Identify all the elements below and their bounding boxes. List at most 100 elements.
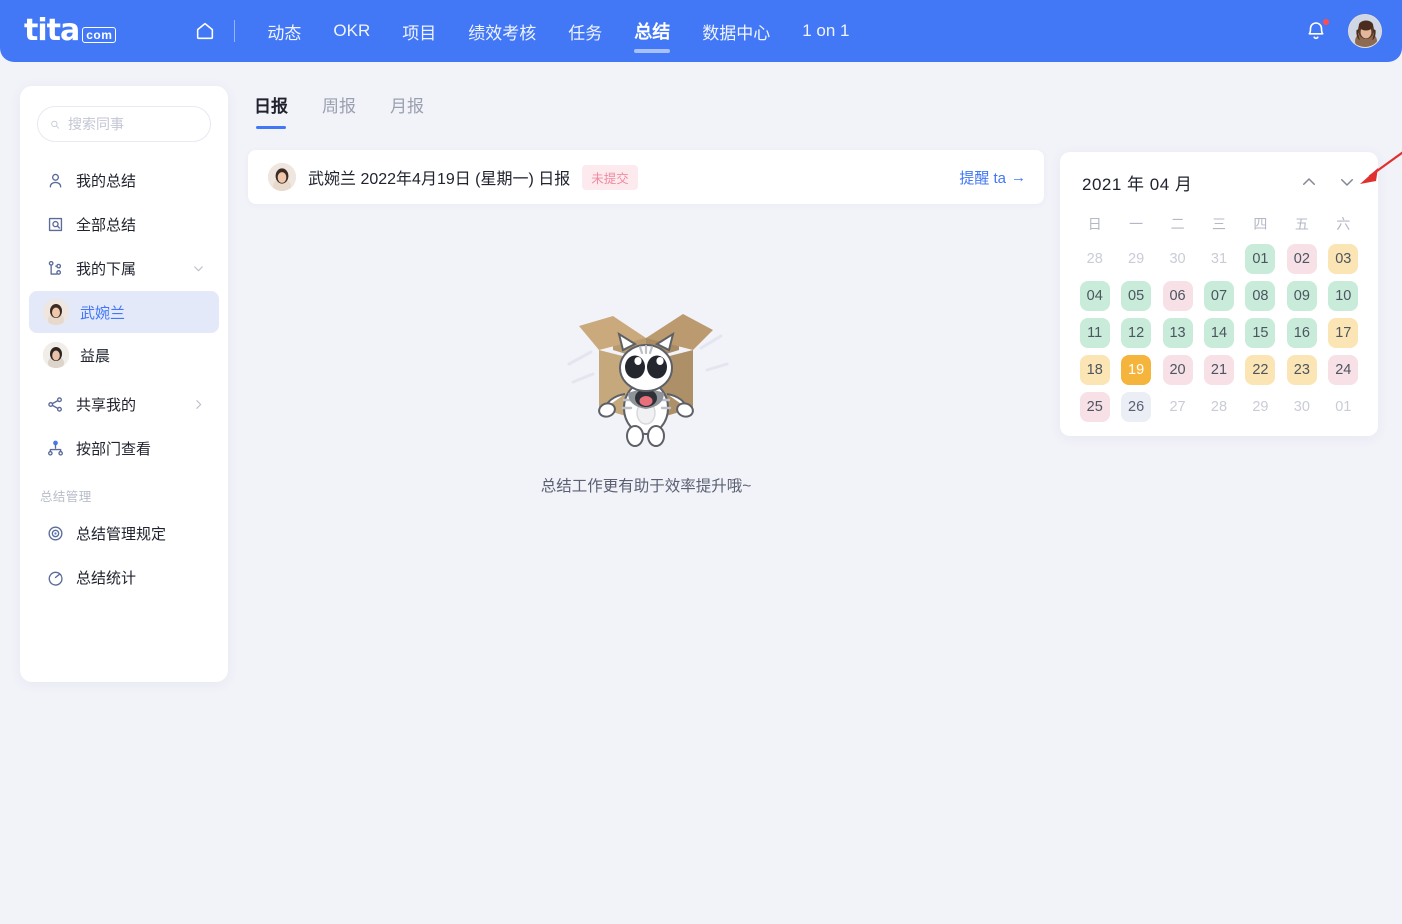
chevron-right-icon[interactable]: [192, 398, 205, 411]
tab-monthly-report[interactable]: 月报: [390, 92, 424, 129]
search-colleague-box[interactable]: [37, 106, 211, 142]
calendar-cell-wrap: 02: [1281, 242, 1322, 275]
sidebar-item-label: 我的下属: [76, 260, 137, 278]
sidebar-item-summary-statistics[interactable]: 总结统计: [29, 555, 219, 599]
calendar-day-24[interactable]: 24: [1328, 354, 1359, 385]
sidebar-item-label: 我的总结: [76, 172, 137, 190]
nav-item-jixiaokaohe[interactable]: 绩效考核: [452, 0, 552, 62]
calendar-day-14[interactable]: 14: [1203, 317, 1234, 348]
calendar-day-08[interactable]: 08: [1245, 280, 1276, 311]
calendar-day-20[interactable]: 20: [1162, 354, 1193, 385]
calendar-nav: [1300, 173, 1356, 191]
calendar-day-10[interactable]: 10: [1328, 280, 1359, 311]
calendar-day-29[interactable]: 29: [1245, 392, 1275, 422]
calendar-day-11[interactable]: 11: [1079, 317, 1110, 348]
main-nav: 动态 OKR 项目 绩效考核 任务 总结 数据中心 1 on 1: [251, 0, 865, 62]
calendar-day-28[interactable]: 28: [1204, 392, 1234, 422]
sidebar-item-shared-by-me[interactable]: 共享我的: [29, 382, 219, 426]
sidebar-item-my-summary[interactable]: 我的总结: [29, 158, 219, 202]
calendar-day-17[interactable]: 17: [1328, 317, 1359, 348]
calendar-day-29[interactable]: 29: [1121, 244, 1151, 274]
sidebar-item-all-summary[interactable]: 全部总结: [29, 202, 219, 246]
calendar-cell-wrap: 20: [1157, 353, 1198, 386]
calendar-day-01[interactable]: 01: [1245, 243, 1276, 274]
calendar-day-27[interactable]: 27: [1163, 392, 1193, 422]
sidebar-item-summary-rules[interactable]: 总结管理规定: [29, 511, 219, 555]
calendar-day-16[interactable]: 16: [1286, 317, 1317, 348]
calendar-cell-wrap: 16: [1281, 316, 1322, 349]
calendar-day-26[interactable]: 26: [1121, 391, 1152, 422]
calendar-day-28[interactable]: 28: [1080, 244, 1110, 274]
logo-com-badge: com: [82, 27, 117, 43]
calendar-day-30[interactable]: 30: [1287, 392, 1317, 422]
report-summary-card: 武婉兰 2022年4月19日 (星期一) 日报 未提交 提醒 ta →: [248, 150, 1044, 204]
chevron-up-icon[interactable]: [1300, 173, 1318, 191]
chevron-down-icon[interactable]: [192, 262, 205, 275]
sidebar-item-my-subordinates[interactable]: 我的下属: [29, 246, 219, 290]
calendar-day-07[interactable]: 07: [1203, 280, 1234, 311]
calendar-cell-wrap: 06: [1157, 279, 1198, 312]
calendar-title: 2021 年 04 月: [1082, 174, 1193, 194]
sidebar-item-view-by-department[interactable]: 按部门查看: [29, 426, 219, 470]
app-root: tita com 动态 OKR 项目 绩效考核 任务 总结 数据中心 1 on …: [0, 0, 1402, 924]
calendar-day-18[interactable]: 18: [1079, 354, 1110, 385]
calendar-day-13[interactable]: 13: [1162, 317, 1193, 348]
calendar-panel: 2021 年 04 月 日 一 二 三 四 五 六 28 29 30 31 01 02 03 04 05 06 0…: [1060, 152, 1378, 436]
sidebar-person-wuwanlan[interactable]: 武婉兰: [29, 291, 219, 333]
tab-weekly-report[interactable]: 周报: [322, 92, 356, 129]
avatar[interactable]: [1348, 14, 1382, 48]
calendar-day-31[interactable]: 31: [1204, 244, 1234, 274]
calendar-cell-wrap: 29: [1115, 242, 1156, 275]
remind-ta-link[interactable]: 提醒 ta →: [959, 167, 1026, 188]
red-annotation-arrow: [1360, 151, 1402, 184]
tita-logo[interactable]: tita com: [24, 16, 117, 46]
calendar-day-03[interactable]: 03: [1328, 243, 1359, 274]
calendar-header: 2021 年 04 月: [1074, 168, 1364, 196]
calendar-day-30[interactable]: 30: [1163, 244, 1193, 274]
calendar-day-02[interactable]: 02: [1286, 243, 1317, 274]
calendar-day-23[interactable]: 23: [1286, 354, 1317, 385]
calendar-day-15[interactable]: 15: [1245, 317, 1276, 348]
nav-item-one-on-one[interactable]: 1 on 1: [786, 0, 865, 62]
nav-item-xiangmu[interactable]: 项目: [386, 0, 452, 62]
nav-item-okr[interactable]: OKR: [317, 0, 386, 62]
nav-item-zongjie[interactable]: 总结: [618, 0, 686, 62]
calendar-day-25[interactable]: 25: [1079, 391, 1110, 422]
calendar-cell-wrap: 07: [1198, 279, 1239, 312]
calendar-cell-wrap: 12: [1115, 316, 1156, 349]
nav-item-renwu[interactable]: 任务: [552, 0, 618, 62]
person-name: 武婉兰: [80, 304, 126, 322]
calendar-cell-wrap: 30: [1281, 390, 1322, 423]
calendar-cell-wrap: 19: [1115, 353, 1156, 386]
avatar: [43, 342, 69, 368]
nav-item-shujuzhongxin[interactable]: 数据中心: [686, 0, 786, 62]
person-name: 益晨: [80, 347, 111, 365]
nav-item-dongtai[interactable]: 动态: [251, 0, 317, 62]
calendar-day-01[interactable]: 01: [1328, 392, 1358, 422]
calendar-cell-wrap: 11: [1074, 316, 1115, 349]
search-input[interactable]: [68, 116, 198, 132]
header-actions: [1304, 14, 1382, 48]
calendar-day-06[interactable]: 06: [1162, 280, 1193, 311]
calendar-cell-wrap: 14: [1198, 316, 1239, 349]
calendar-day-09[interactable]: 09: [1286, 280, 1317, 311]
calendar-cell-wrap: 13: [1157, 316, 1198, 349]
cat-in-box-illustration: [567, 314, 729, 447]
notification-bell-button[interactable]: [1304, 19, 1329, 43]
org-subordinate-icon: [48, 260, 62, 275]
home-icon[interactable]: [194, 20, 216, 42]
sidebar: 我的总结 全部总结 我的下属: [20, 86, 228, 682]
tab-daily-report[interactable]: 日报: [254, 92, 288, 129]
notification-dot: [1323, 19, 1329, 25]
calendar-cell-wrap: 27: [1157, 390, 1198, 423]
calendar-day-19-selected[interactable]: 19: [1121, 354, 1152, 385]
calendar-weekday-1: 一: [1129, 216, 1144, 232]
sidebar-person-yichen[interactable]: 益晨: [29, 334, 219, 376]
calendar-day-22[interactable]: 22: [1245, 354, 1276, 385]
calendar-day-04[interactable]: 04: [1079, 280, 1110, 311]
calendar-cell-wrap: 09: [1281, 279, 1322, 312]
calendar-day-12[interactable]: 12: [1121, 317, 1152, 348]
calendar-day-21[interactable]: 21: [1203, 354, 1234, 385]
top-header: tita com 动态 OKR 项目 绩效考核 任务 总结 数据中心 1 on …: [0, 0, 1402, 62]
calendar-day-05[interactable]: 05: [1121, 280, 1152, 311]
